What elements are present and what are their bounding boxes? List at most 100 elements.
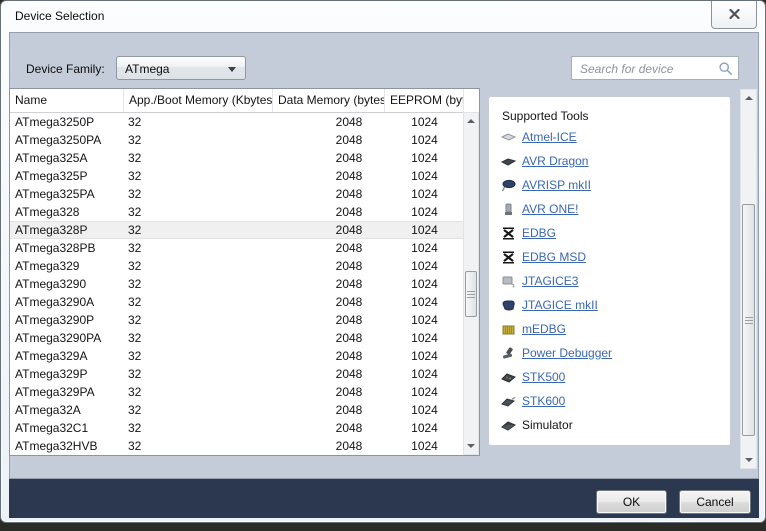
stk500-icon xyxy=(500,371,516,384)
table-row[interactable]: ATmega328 32 2048 1024 xyxy=(10,203,463,221)
data-memory-cell: 2048 xyxy=(273,115,385,129)
eeprom-cell: 1024 xyxy=(385,277,463,291)
eeprom-cell: 1024 xyxy=(385,223,463,237)
table-row[interactable]: ATmega329 32 2048 1024 xyxy=(10,257,463,275)
atmel-ice-icon xyxy=(500,131,516,144)
scroll-down-button[interactable] xyxy=(741,452,756,468)
eeprom-cell: 1024 xyxy=(385,331,463,345)
chevron-down-icon xyxy=(228,67,236,72)
tool-label: Simulator xyxy=(522,418,573,432)
table-row[interactable]: ATmega32A 32 2048 1024 xyxy=(10,401,463,419)
tool-link[interactable]: mEDBG xyxy=(522,322,566,336)
tool-link[interactable]: AVRISP mkII xyxy=(522,178,591,192)
eeprom-cell: 1024 xyxy=(385,115,463,129)
table-row[interactable]: ATmega325A 32 2048 1024 xyxy=(10,149,463,167)
tool-link[interactable]: AVR ONE! xyxy=(522,202,578,216)
ok-button[interactable]: OK xyxy=(596,490,667,514)
eeprom-cell: 1024 xyxy=(385,439,463,453)
tool-item: Power Debugger xyxy=(489,341,730,365)
dialog-scrollbar-thumb[interactable] xyxy=(742,204,755,436)
supported-tools-title: Supported Tools xyxy=(502,109,730,123)
table-row[interactable]: ATmega3290PA 32 2048 1024 xyxy=(10,329,463,347)
scroll-up-button[interactable] xyxy=(741,90,756,106)
column-header-name[interactable]: Name xyxy=(10,89,124,112)
column-header-datamem[interactable]: Data Memory (bytes) xyxy=(273,89,385,112)
arrow-up-icon xyxy=(745,96,753,100)
device-table-header: Name App./Boot Memory (Kbytes) Data Memo… xyxy=(10,89,479,113)
data-memory-cell: 2048 xyxy=(273,151,385,165)
dialog-scrollbar[interactable] xyxy=(740,89,757,469)
app-boot-memory-cell: 32 xyxy=(124,277,273,291)
supported-tools-list: Atmel-ICE AVR Dragon AVRISP mkII AVR ONE… xyxy=(489,125,730,437)
device-family-dropdown[interactable]: ATmega xyxy=(116,56,246,80)
tool-link[interactable]: EDBG xyxy=(522,226,556,240)
table-row[interactable]: ATmega3290 32 2048 1024 xyxy=(10,275,463,293)
table-row[interactable]: ATmega328P 32 2048 1024 xyxy=(10,221,463,239)
table-row[interactable]: ATmega329A 32 2048 1024 xyxy=(10,347,463,365)
data-memory-cell: 2048 xyxy=(273,223,385,237)
device-name-cell: ATmega3290PA xyxy=(10,331,124,345)
app-boot-memory-cell: 32 xyxy=(124,205,273,219)
arrow-up-icon xyxy=(467,119,475,123)
app-boot-memory-cell: 32 xyxy=(124,295,273,309)
tool-link[interactable]: EDBG MSD xyxy=(522,250,586,264)
table-row[interactable]: ATmega32C1 32 2048 1024 xyxy=(10,419,463,437)
eeprom-cell: 1024 xyxy=(385,241,463,255)
table-row[interactable]: ATmega329P 32 2048 1024 xyxy=(10,365,463,383)
column-header-appboot[interactable]: App./Boot Memory (Kbytes) xyxy=(124,89,273,112)
tool-link[interactable]: STK600 xyxy=(522,394,565,408)
app-boot-memory-cell: 32 xyxy=(124,151,273,165)
table-row[interactable]: ATmega32HVB 32 2048 1024 xyxy=(10,437,463,455)
data-memory-cell: 2048 xyxy=(273,205,385,219)
data-memory-cell: 2048 xyxy=(273,385,385,399)
tool-link[interactable]: Atmel-ICE xyxy=(522,130,577,144)
app-boot-memory-cell: 32 xyxy=(124,241,273,255)
table-row[interactable]: ATmega329PA 32 2048 1024 xyxy=(10,383,463,401)
tool-item: AVRISP mkII xyxy=(489,173,730,197)
tool-link[interactable]: AVR Dragon xyxy=(522,154,588,168)
column-header-eeprom[interactable]: EEPROM (bytes) xyxy=(385,89,464,112)
data-memory-cell: 2048 xyxy=(273,277,385,291)
tool-link[interactable]: JTAGICE3 xyxy=(522,274,578,288)
avr-dragon-icon xyxy=(500,155,516,168)
data-memory-cell: 2048 xyxy=(273,259,385,273)
table-row[interactable]: ATmega3250P 32 2048 1024 xyxy=(10,113,463,131)
device-name-cell: ATmega329P xyxy=(10,367,124,381)
scroll-down-button[interactable] xyxy=(464,438,478,454)
tool-link[interactable]: Power Debugger xyxy=(522,346,612,360)
table-row[interactable]: ATmega3290A 32 2048 1024 xyxy=(10,293,463,311)
table-scrollbar[interactable] xyxy=(463,112,479,455)
data-memory-cell: 2048 xyxy=(273,241,385,255)
eeprom-cell: 1024 xyxy=(385,313,463,327)
data-memory-cell: 2048 xyxy=(273,421,385,435)
data-memory-cell: 2048 xyxy=(273,349,385,363)
device-name-cell: ATmega32A xyxy=(10,403,124,417)
arrow-down-icon xyxy=(467,444,475,448)
table-row[interactable]: ATmega325PA 32 2048 1024 xyxy=(10,185,463,203)
power-debugger-icon xyxy=(500,347,516,360)
close-button[interactable] xyxy=(711,1,757,29)
tool-link[interactable]: STK500 xyxy=(522,370,565,384)
table-row[interactable]: ATmega328PB 32 2048 1024 xyxy=(10,239,463,257)
scroll-up-button[interactable] xyxy=(464,113,478,129)
app-boot-memory-cell: 32 xyxy=(124,115,273,129)
eeprom-cell: 1024 xyxy=(385,169,463,183)
app-boot-memory-cell: 32 xyxy=(124,187,273,201)
search-icon[interactable] xyxy=(718,61,733,81)
tool-item: Atmel-ICE xyxy=(489,125,730,149)
cancel-button[interactable]: Cancel xyxy=(679,490,751,514)
table-row[interactable]: ATmega325P 32 2048 1024 xyxy=(10,167,463,185)
tool-item: AVR ONE! xyxy=(489,197,730,221)
tool-item: STK500 xyxy=(489,365,730,389)
device-name-cell: ATmega3290P xyxy=(10,313,124,327)
stk600-icon xyxy=(500,395,516,408)
app-boot-memory-cell: 32 xyxy=(124,259,273,273)
table-row[interactable]: ATmega3250PA 32 2048 1024 xyxy=(10,131,463,149)
search-input[interactable] xyxy=(578,59,712,79)
device-name-cell: ATmega3290 xyxy=(10,277,124,291)
device-name-cell: ATmega325PA xyxy=(10,187,124,201)
app-boot-memory-cell: 32 xyxy=(124,439,273,453)
tool-link[interactable]: JTAGICE mkII xyxy=(522,298,598,312)
table-scrollbar-thumb[interactable] xyxy=(465,271,477,317)
table-row[interactable]: ATmega3290P 32 2048 1024 xyxy=(10,311,463,329)
